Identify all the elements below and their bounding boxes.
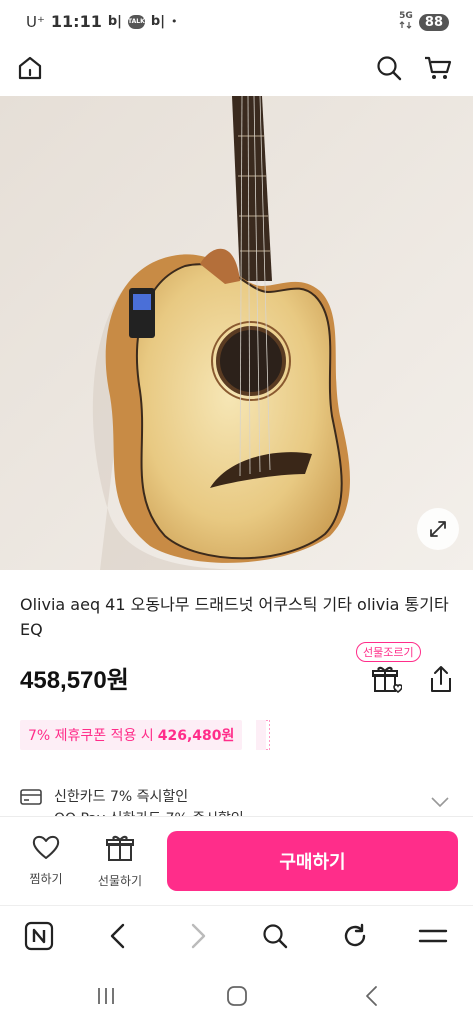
product-title: Olivia aeq 41 오동나무 드래드넛 어쿠스틱 기타 olivia 통… bbox=[20, 595, 449, 639]
network-arrows-icon bbox=[399, 21, 412, 29]
wishlist-label: 찜하기 bbox=[29, 872, 63, 886]
coupon-price: 426,480원 bbox=[157, 728, 235, 744]
menu-icon[interactable] bbox=[415, 918, 451, 954]
notification-badge-1: b| bbox=[107, 14, 122, 29]
chevron-down-icon[interactable] bbox=[431, 792, 449, 811]
system-nav-bar bbox=[0, 966, 473, 1024]
recents-icon[interactable] bbox=[91, 983, 121, 1009]
credit-card-icon bbox=[20, 788, 42, 810]
cart-icon[interactable] bbox=[420, 50, 456, 86]
forward-arrow-icon[interactable] bbox=[180, 918, 216, 954]
back-nav-icon[interactable] bbox=[356, 983, 386, 1009]
card-discount-line1: 신한카드 7% 즉시할인 bbox=[54, 789, 189, 805]
network-label: 5G bbox=[399, 11, 413, 21]
battery-indicator: 88 bbox=[418, 13, 449, 31]
gift-request-badge[interactable]: 선물조르기 bbox=[356, 642, 421, 662]
card-discount-row[interactable]: 신한카드 7% 즉시할인 OO Pay 신한카드 7% 즉시할인 bbox=[20, 784, 453, 820]
share-icon[interactable] bbox=[426, 663, 456, 695]
gift-icon[interactable] bbox=[370, 663, 403, 695]
home-nav-icon[interactable] bbox=[222, 983, 252, 1009]
search-icon[interactable] bbox=[371, 50, 407, 86]
gift-button[interactable]: 선물하기 bbox=[90, 833, 150, 889]
gift-icon bbox=[106, 835, 134, 861]
product-image[interactable] bbox=[0, 96, 473, 570]
status-bar: U⁺ 11:11 b| TALK b| • 5G 88 bbox=[0, 0, 473, 42]
buy-button[interactable]: 구매하기 bbox=[167, 831, 458, 891]
back-arrow-icon[interactable] bbox=[100, 918, 136, 954]
talk-icon: TALK bbox=[127, 14, 145, 29]
expand-icon[interactable] bbox=[417, 508, 459, 550]
carrier-label: U⁺ bbox=[26, 12, 45, 31]
clock: 11:11 bbox=[50, 12, 102, 31]
coupon-text: 7% 제휴쿠폰 적용 시 bbox=[28, 728, 154, 744]
naver-n-icon[interactable] bbox=[21, 918, 57, 954]
notification-dot: • bbox=[170, 15, 178, 28]
heart-icon bbox=[32, 835, 60, 859]
coupon-banner[interactable]: 7% 제휴쿠폰 적용 시 426,480원 bbox=[20, 720, 243, 750]
home-icon[interactable] bbox=[12, 50, 48, 86]
network-indicator: 5G bbox=[399, 12, 413, 32]
notification-badge-2: b| bbox=[150, 14, 165, 29]
refresh-icon[interactable] bbox=[337, 918, 373, 954]
search-icon[interactable] bbox=[257, 918, 293, 954]
wishlist-button[interactable]: 찜하기 bbox=[16, 833, 76, 887]
product-price: 458,570원 bbox=[20, 667, 129, 694]
browser-toolbar bbox=[0, 905, 473, 965]
status-right: 5G 88 bbox=[399, 12, 449, 32]
bottom-action-bar: 찜하기 선물하기 구매하기 bbox=[0, 816, 473, 904]
coupon-edge-decoration bbox=[256, 720, 270, 750]
guitar-illustration bbox=[0, 96, 473, 570]
status-left: U⁺ 11:11 b| TALK b| • bbox=[26, 12, 177, 31]
gift-label: 선물하기 bbox=[97, 874, 143, 888]
app-header bbox=[0, 42, 473, 96]
